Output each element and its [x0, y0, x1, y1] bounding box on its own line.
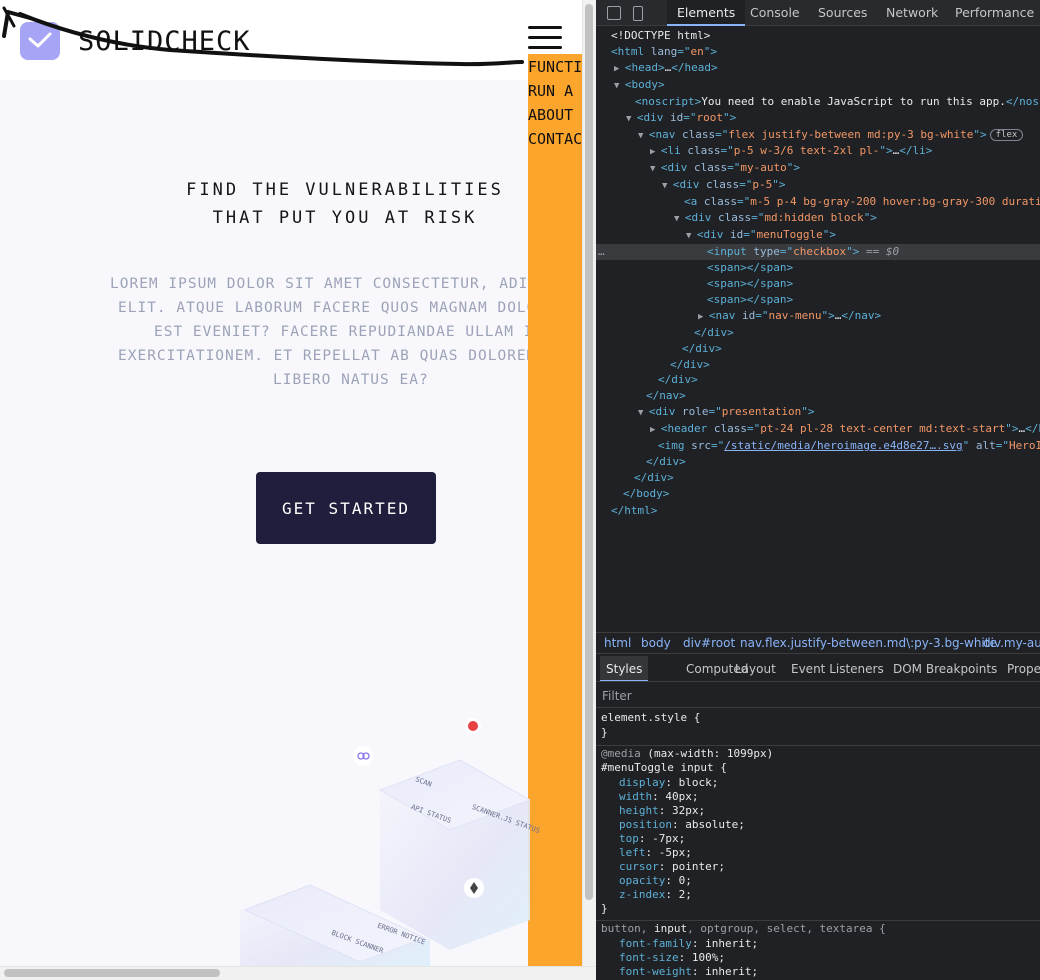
- css-property[interactable]: font-size: 100%;: [619, 951, 725, 965]
- dom-node[interactable]: ▶ <nav id="nav-menu">…</nav>: [698, 308, 1040, 324]
- breadcrumb-item[interactable]: body: [641, 636, 671, 650]
- dom-node[interactable]: ▼ <div class="my-auto">: [650, 160, 1040, 176]
- menu-item-contact[interactable]: CONTACT: [528, 127, 582, 151]
- devtools-panel: Elements Console Sources Network Perform…: [596, 0, 1040, 980]
- dom-node[interactable]: </div>: [670, 357, 1040, 373]
- dom-node[interactable]: ▼ <div id="root">: [626, 110, 1040, 126]
- dom-node[interactable]: <html lang="en">: [611, 44, 1040, 60]
- rule-selector[interactable]: #menuToggle input {: [601, 761, 727, 775]
- dom-node[interactable]: ▶ <head>…</head>: [614, 60, 1040, 76]
- tab-properties[interactable]: Properties: [1001, 656, 1040, 681]
- tab-elements[interactable]: Elements: [667, 0, 746, 26]
- css-property[interactable]: font-weight: inherit;: [619, 965, 758, 979]
- styles-pane: element.style { } @media (max-width: 109…: [596, 708, 1040, 980]
- horizontal-scrollbar-thumb[interactable]: [4, 969, 220, 977]
- dom-node[interactable]: <span></span>: [707, 292, 1040, 308]
- get-started-button[interactable]: GET STARTED: [256, 472, 436, 544]
- styles-subtab-bar: Styles Computed Layout Event Listeners D…: [596, 656, 1040, 682]
- tab-dom-breakpoints[interactable]: DOM Breakpoints: [887, 656, 1003, 681]
- dom-node[interactable]: <img src="/static/media/heroimage.e4d8e2…: [658, 438, 1040, 454]
- css-property[interactable]: width: 40px;: [619, 790, 699, 804]
- hero-title: FIND THE VULNERABILITIES THAT PUT YOU AT…: [130, 176, 560, 232]
- tab-network[interactable]: Network: [876, 0, 948, 26]
- divider: [596, 920, 1040, 921]
- tab-performance[interactable]: Performance: [945, 0, 1040, 26]
- tab-console[interactable]: Console: [740, 0, 810, 26]
- hamburger-menu-icon[interactable]: [528, 26, 562, 52]
- devtools-tab-bar: Elements Console Sources Network Perform…: [596, 0, 1040, 26]
- dom-node[interactable]: ▶ <li class="p-5 w-3/6 text-2xl pl-">…</…: [650, 143, 1040, 159]
- css-property[interactable]: display: block;: [619, 776, 718, 790]
- css-property[interactable]: left: -5px;: [619, 846, 692, 860]
- flex-badge[interactable]: flex: [989, 129, 1024, 141]
- css-property[interactable]: z-index: 2;: [619, 888, 692, 902]
- dom-node[interactable]: </body>: [623, 486, 1040, 502]
- dom-node[interactable]: <span></span>: [707, 276, 1040, 292]
- dom-node-selected[interactable]: … <input type="checkbox"> == $0: [596, 244, 1040, 260]
- more-dots-icon[interactable]: …: [598, 244, 605, 260]
- breadcrumb-item[interactable]: div.my-auto: [983, 636, 1040, 650]
- dom-node[interactable]: </div>: [646, 454, 1040, 470]
- css-property[interactable]: top: -7px;: [619, 832, 685, 846]
- inspect-element-icon[interactable]: [607, 6, 621, 20]
- dom-node[interactable]: ▼ <nav class="flex justify-between md:py…: [638, 127, 1040, 143]
- logo-check-icon[interactable]: [20, 22, 60, 60]
- page-viewport: SOLIDCHECK FUNCTIONS RUN A SCAN ABOUT CO…: [0, 0, 582, 966]
- dom-node[interactable]: <a class="m-5 p-4 bg-gray-200 hover:bg-g…: [684, 194, 1040, 210]
- dom-node[interactable]: ▼ <div role="presentation">: [638, 404, 1040, 420]
- hero-text-line: EXERCITATIONEM. ET REPELLAT AB QUAS DOLO…: [118, 348, 528, 364]
- dom-node[interactable]: ▼ <div id="menuToggle">: [686, 227, 1040, 243]
- dom-node[interactable]: </div>: [658, 372, 1040, 388]
- styles-filter-input[interactable]: [602, 687, 1022, 705]
- styles-filter-bar: [596, 684, 1040, 708]
- tab-layout[interactable]: Layout: [729, 656, 782, 681]
- dom-node[interactable]: ▼ <div class="p-5">: [662, 177, 1040, 193]
- dom-node[interactable]: </div>: [694, 325, 1040, 341]
- breadcrumb-item[interactable]: html: [604, 636, 631, 650]
- rule-close: }: [601, 726, 608, 739]
- menu-item-about[interactable]: ABOUT: [528, 103, 582, 127]
- rule-close: }: [601, 902, 608, 915]
- dom-node[interactable]: </div>: [682, 341, 1040, 357]
- hero-title-line: FIND THE VULNERABILITIES: [186, 180, 504, 200]
- menu-item-functions[interactable]: FUNCTIONS: [528, 55, 582, 79]
- hero-text-line: LIBERO NATUS EA?: [273, 372, 429, 388]
- hero-description: LOREM IPSUM DOLOR SIT AMET CONSECTETUR, …: [110, 272, 580, 392]
- dom-node[interactable]: <!DOCTYPE html>: [611, 28, 1040, 44]
- dom-node[interactable]: <noscript>You need to enable JavaScript …: [635, 94, 1040, 110]
- dom-node[interactable]: ▼ <div class="md:hidden block">: [674, 210, 1040, 226]
- divider: [596, 745, 1040, 746]
- rule-selector[interactable]: button, input, optgroup, select, textare…: [601, 922, 886, 936]
- css-property[interactable]: height: 32px;: [619, 804, 705, 818]
- brand-name[interactable]: SOLIDCHECK: [78, 26, 251, 57]
- element-style-rule[interactable]: element.style {: [601, 711, 700, 725]
- hero-text-line: EST EVENIET? FACERE REPUDIANDAE ULLAM IL…: [154, 324, 528, 340]
- dom-node[interactable]: ▼ <body>: [614, 77, 1040, 93]
- device-toolbar-icon[interactable]: [633, 6, 643, 21]
- breadcrumb-item[interactable]: nav.flex.justify-between.md\:py-3.bg-whi…: [740, 636, 997, 650]
- vertical-scrollbar-thumb[interactable]: [585, 4, 593, 900]
- tab-styles[interactable]: Styles: [600, 656, 649, 681]
- hero-text-line: LOREM IPSUM DOLOR SIT AMET CONSECTETUR, …: [110, 276, 528, 292]
- navbar: SOLIDCHECK: [0, 0, 582, 80]
- dom-node[interactable]: </div>: [634, 470, 1040, 486]
- dom-tree: <!DOCTYPE html> <html lang="en"> ▶ <head…: [596, 28, 1040, 628]
- css-property[interactable]: cursor: pointer;: [619, 860, 725, 874]
- tab-event-listeners[interactable]: Event Listeners: [785, 656, 890, 681]
- hero-text-line: ELIT. ATQUE LABORUM FACERE QUOS MAGNAM D…: [118, 300, 528, 316]
- css-property[interactable]: opacity: 0;: [619, 874, 692, 888]
- tab-sources[interactable]: Sources: [808, 0, 877, 26]
- media-query: @media (max-width: 1099px): [601, 747, 774, 760]
- dom-node[interactable]: ▶ <header class="pt-24 pl-28 text-center…: [650, 421, 1040, 437]
- dom-node[interactable]: </nav>: [646, 388, 1040, 404]
- dom-node[interactable]: <span></span>: [707, 260, 1040, 276]
- css-property[interactable]: font-family: inherit;: [619, 937, 758, 951]
- menu-item-run-a-scan[interactable]: RUN A SCAN: [528, 79, 582, 103]
- breadcrumb-item[interactable]: div#root: [683, 636, 735, 650]
- css-property[interactable]: position: absolute;: [619, 818, 745, 832]
- breadcrumb: html body div#root nav.flex.justify-betw…: [596, 632, 1040, 654]
- dom-node[interactable]: </html>: [611, 503, 1040, 519]
- screen: SOLIDCHECK FUNCTIONS RUN A SCAN ABOUT CO…: [0, 0, 1040, 980]
- hero-title-line: THAT PUT YOU AT RISK: [212, 208, 478, 228]
